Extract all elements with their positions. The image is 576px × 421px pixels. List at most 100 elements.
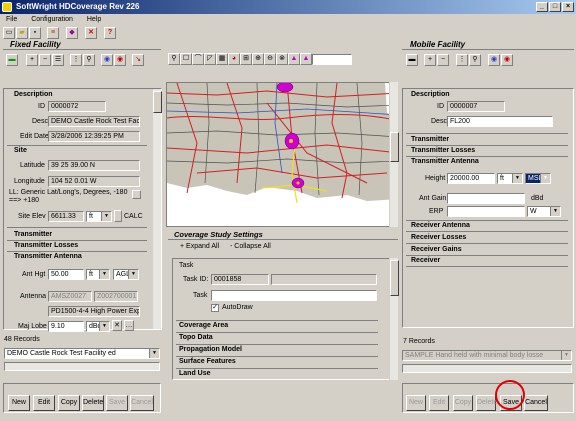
mobile-desc-field[interactable]: FL200 (447, 116, 553, 127)
calc-button-icon[interactable] (114, 210, 122, 222)
overlay-tool-icon[interactable]: ▲ (300, 53, 312, 65)
mobile-export-icon[interactable]: ◉ (488, 54, 500, 66)
antenna-model-field[interactable]: PD1500-4-4 High Power Expos (48, 306, 140, 317)
receiver-header[interactable]: Receiver (411, 257, 440, 264)
ant-hgt-field[interactable]: 50.00 (48, 269, 84, 280)
delete-icon[interactable]: ✕ (85, 27, 97, 39)
close-window-button[interactable]: × (562, 2, 574, 12)
database-icon[interactable]: ◆ (66, 27, 78, 39)
ant-hgt-ref-select[interactable]: AGL (113, 269, 139, 280)
longitude-field[interactable]: 104 52 0.01 W (48, 176, 140, 187)
menu-configuration[interactable]: Configuration (31, 14, 73, 26)
mobile-erp-field[interactable] (447, 206, 525, 217)
fixed-columns-icon[interactable]: ⋮ (70, 54, 82, 66)
study-scroll-thumb[interactable] (390, 260, 399, 296)
task-name-field[interactable] (211, 290, 377, 301)
task-id-field[interactable]: 0001858 (211, 274, 269, 285)
mobile-add-icon[interactable]: + (424, 54, 436, 66)
receiver-losses-header[interactable]: Receiver Losses (411, 234, 466, 241)
mobile-height-field[interactable]: 20000.00 (447, 173, 495, 184)
mobile-delete-button[interactable]: Delete (476, 395, 497, 411)
mobile-edit-button[interactable]: Edit (429, 395, 449, 411)
fixed-edit-date-field[interactable]: 3/28/2006 12:39:25 PM (48, 131, 140, 142)
mobile-erp-unit-select[interactable]: W (527, 206, 561, 217)
ant-hgt-unit-select[interactable]: ft (86, 269, 110, 280)
coverage-map[interactable] (166, 82, 398, 227)
zoom-extent-icon[interactable]: ⊗ (276, 53, 288, 65)
map-coords-field[interactable] (312, 54, 352, 65)
coverage-area-header[interactable]: Coverage Area (179, 322, 228, 329)
draw-tool-icon[interactable]: ⌒ (192, 53, 204, 65)
mobile-height-unit-select[interactable]: ft (497, 173, 523, 184)
fixed-transmitter-header[interactable]: Transmitter (14, 231, 52, 238)
antenna-code-field[interactable]: AMSZ0027 (48, 291, 92, 302)
zoom-in-icon[interactable]: ⊕ (252, 53, 264, 65)
site-elev-field[interactable]: 6611.33 (48, 211, 84, 222)
latlong-format-button[interactable] (132, 190, 141, 199)
receiver-gains-header[interactable]: Receiver Gains (411, 246, 462, 253)
mobile-new-button[interactable]: New (406, 395, 426, 411)
fixed-import-icon[interactable]: ◉ (114, 54, 126, 66)
mobile-height-ref-select[interactable]: MSL (525, 173, 551, 184)
maj-lobe-unit-select[interactable]: dBd (86, 321, 110, 332)
latitude-field[interactable]: 39 25 39.00 N (48, 160, 140, 171)
fixed-tx-losses-header[interactable]: Transmitter Losses (14, 242, 78, 249)
grid-tool-icon[interactable]: ⊞ (240, 53, 252, 65)
image-tool-icon[interactable]: ▦ (216, 53, 228, 65)
mobile-copy-button[interactable]: Copy (453, 395, 473, 411)
fixed-add-icon[interactable]: + (26, 54, 38, 66)
mobile-link-icon[interactable]: ▬ (406, 54, 418, 66)
minimize-button[interactable]: _ (536, 2, 548, 12)
fixed-new-button[interactable]: New (8, 395, 30, 411)
land-use-header[interactable]: Land Use (179, 370, 211, 377)
site-elev-unit-select[interactable]: ft (86, 211, 112, 222)
maj-lobe-field[interactable]: 9.10 (48, 321, 84, 332)
save-disk-icon[interactable]: ▪ (29, 27, 41, 39)
mobile-tx-losses-header[interactable]: Transmitter Losses (411, 147, 475, 154)
fixed-export-icon[interactable]: ◉ (101, 54, 113, 66)
fixed-save-button[interactable]: Save (106, 395, 128, 411)
new-file-icon[interactable]: ▭ (3, 27, 15, 39)
receiver-antenna-header[interactable]: Receiver Antenna (411, 222, 470, 229)
fixed-edit-button[interactable]: Edit (33, 395, 55, 411)
zoom-tool-icon[interactable]: ⚲ (168, 53, 180, 65)
fixed-copy-button[interactable]: Copy (58, 395, 80, 411)
fixed-form-scrollbar[interactable] (152, 89, 162, 329)
mobile-find-icon[interactable]: ⚲ (469, 54, 481, 66)
fixed-tool-icon[interactable]: ↘ (132, 54, 144, 66)
fixed-id-field[interactable]: 0000072 (48, 101, 106, 112)
zoom-out-icon[interactable]: ⊖ (264, 53, 276, 65)
map-scrollbar[interactable] (389, 82, 399, 227)
mobile-ant-gain-field[interactable] (447, 193, 525, 204)
autodraw-checkbox[interactable]: ✓ (211, 304, 219, 312)
coverage-tool-icon[interactable]: ▲ (288, 53, 300, 65)
maximize-button[interactable]: □ (549, 2, 561, 12)
mobile-import-icon[interactable]: ◉ (501, 54, 513, 66)
maj-lobe-clear-icon[interactable]: ✕ (112, 320, 122, 331)
mobile-transmitter-header[interactable]: Transmitter (411, 136, 449, 143)
maj-lobe-more-icon[interactable]: … (124, 320, 134, 331)
mobile-columns-icon[interactable]: ⋮ (456, 54, 468, 66)
open-folder-icon[interactable]: ▰ (16, 27, 28, 39)
collapse-all-link[interactable]: - Collapse All (230, 243, 271, 250)
topo-data-header[interactable]: Topo Data (179, 334, 213, 341)
fixed-find-icon[interactable]: ⚲ (83, 54, 95, 66)
mobile-h-scrollbar[interactable] (402, 364, 572, 373)
fixed-h-scrollbar[interactable] (4, 362, 160, 371)
area-tool-icon[interactable]: ◸ (204, 53, 216, 65)
menu-file[interactable]: File (6, 14, 17, 26)
fixed-scroll-thumb[interactable] (153, 91, 162, 113)
expand-all-link[interactable]: + Expand All (180, 243, 219, 250)
antenna-id-field[interactable]: Z0027000012 (94, 291, 138, 302)
map-scroll-thumb[interactable] (390, 132, 399, 162)
calc-label[interactable]: CALC (124, 213, 143, 220)
mobile-facility-select[interactable]: SAMPLE Hand held with minimal body losse (402, 350, 572, 361)
fixed-link-icon[interactable]: ▬ (6, 54, 18, 66)
mobile-id-field[interactable]: 0000007 (447, 101, 505, 112)
settings-icon[interactable]: ≡ (47, 27, 59, 39)
propagation-model-header[interactable]: Propagation Model (179, 346, 242, 353)
color-tool-icon[interactable]: ◕ (228, 53, 240, 65)
fixed-cancel-button[interactable]: Cancel (130, 395, 154, 411)
fixed-desc-field[interactable]: DEMO Castle Rock Test Facili (48, 116, 140, 127)
mobile-cancel-button[interactable]: Cancel (524, 395, 548, 411)
